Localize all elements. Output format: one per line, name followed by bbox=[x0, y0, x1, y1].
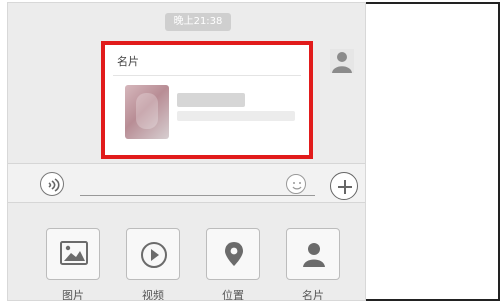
video-button[interactable] bbox=[126, 228, 180, 280]
contact-name-placeholder bbox=[177, 93, 245, 107]
message-input-bar bbox=[8, 163, 365, 203]
location-icon bbox=[225, 242, 243, 266]
contact-card-label: 名片 bbox=[302, 289, 324, 301]
plus-icon bbox=[338, 180, 352, 194]
contact-photo bbox=[125, 85, 169, 139]
image-button[interactable] bbox=[46, 228, 100, 280]
card-divider bbox=[113, 75, 301, 76]
location-label: 位置 bbox=[222, 289, 244, 301]
more-options-button[interactable] bbox=[330, 172, 358, 200]
video-label: 视频 bbox=[142, 289, 164, 301]
contact-card-button[interactable] bbox=[286, 228, 340, 280]
contact-card-message[interactable]: 名片 bbox=[101, 41, 313, 159]
emoji-button[interactable] bbox=[286, 174, 306, 194]
contact-subtext-placeholder bbox=[177, 111, 295, 121]
image-label: 图片 bbox=[62, 289, 84, 301]
contact-card-icon bbox=[303, 243, 325, 267]
chat-screen: 晚上21:38 名片 图片 视频 位置 名片 bbox=[7, 2, 366, 301]
location-button[interactable] bbox=[206, 228, 260, 280]
image-icon bbox=[60, 241, 88, 265]
message-input[interactable] bbox=[80, 184, 315, 196]
attachment-panel: 图片 视频 位置 名片 bbox=[8, 203, 365, 301]
user-icon bbox=[332, 52, 352, 73]
video-icon bbox=[141, 242, 167, 268]
avatar bbox=[330, 49, 354, 73]
blank-panel bbox=[366, 2, 500, 301]
emoji-icon bbox=[292, 182, 302, 190]
voice-icon bbox=[48, 178, 60, 192]
voice-button[interactable] bbox=[40, 172, 64, 196]
timestamp-badge: 晚上21:38 bbox=[165, 13, 231, 31]
card-title: 名片 bbox=[117, 55, 139, 68]
